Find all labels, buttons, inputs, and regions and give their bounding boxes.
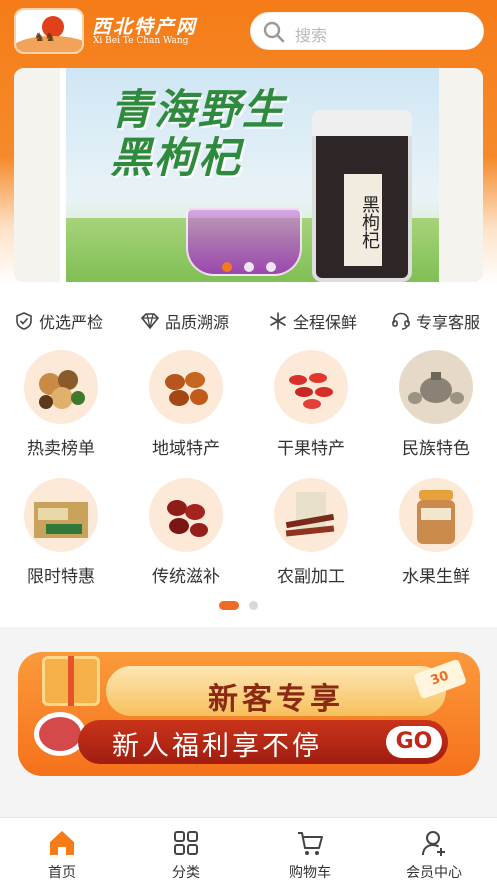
red-dates-image	[149, 478, 223, 552]
gift-ribbon	[68, 656, 74, 706]
feature-item: 品质溯源	[140, 309, 229, 333]
promo-banner[interactable]: 青海野生 黑枸杞 黑枸杞	[14, 68, 483, 282]
banner-title-line2: 黑枸杞	[110, 133, 243, 182]
jar-label: 黑枸杞	[344, 174, 382, 266]
category-item[interactable]: 热卖榜单	[11, 350, 111, 459]
headset-icon	[392, 312, 410, 330]
tab-category[interactable]: 分类	[136, 828, 236, 882]
category-item[interactable]: 农副加工	[261, 478, 361, 587]
feature-label: 品质溯源	[165, 313, 230, 332]
silver-teapot-image	[399, 350, 473, 424]
banner-window-frame-left	[14, 68, 66, 282]
category-label: 地域特产	[152, 439, 220, 459]
home-icon	[50, 831, 74, 855]
user-icon	[422, 831, 445, 856]
milk-candy-box-image	[24, 478, 98, 552]
diamond-icon	[140, 313, 160, 330]
tab-label: 购物车	[289, 865, 331, 881]
shield-check-icon	[16, 312, 32, 330]
goji-berries-image	[274, 350, 348, 424]
dates-image	[149, 350, 223, 424]
brand-name-english: Xi Bei Te Chan Wang	[93, 36, 189, 46]
search-input[interactable]: 搜索	[250, 12, 484, 50]
mixed-nuts-image	[24, 350, 98, 424]
feature-item: 全程保鲜	[268, 309, 357, 333]
banner-dot[interactable]	[244, 262, 254, 272]
category-item[interactable]: 传统滋补	[136, 478, 236, 587]
brand-name: 西北特产网	[92, 16, 198, 38]
cart-icon	[298, 832, 323, 855]
category-item[interactable]: 民族特色	[386, 350, 486, 459]
category-item[interactable]: 水果生鲜	[386, 478, 486, 587]
search-placeholder: 搜索	[295, 26, 328, 45]
tab-home[interactable]: 首页	[12, 828, 112, 882]
category-item[interactable]: 限时特惠	[11, 478, 111, 587]
category-label: 热卖榜单	[27, 439, 95, 459]
bottom-tab-bar: 首页 分类 购物车 会员中心	[0, 817, 497, 883]
category-item[interactable]: 干果特产	[261, 350, 361, 459]
banner-dot[interactable]	[266, 262, 276, 272]
feature-item: 专享客服	[391, 309, 480, 333]
category-label: 民族特色	[402, 439, 470, 459]
promo-headline-plate: 新客专享	[106, 666, 446, 717]
tab-label: 会员中心	[406, 865, 462, 881]
go-button[interactable]: GO	[386, 726, 442, 758]
category-label: 农副加工	[277, 567, 345, 587]
promo-headline: 新客专享	[208, 682, 344, 717]
promo-subline-bar: 新人福利享不停 GO	[78, 720, 448, 764]
pager-dot-active[interactable]	[219, 601, 239, 610]
category-pager	[219, 601, 258, 610]
category-label: 传统滋补	[152, 567, 220, 587]
tab-label: 首页	[48, 865, 76, 881]
camel-icon: ♞♞	[34, 30, 56, 44]
goji-jar-image: 黑枸杞	[312, 110, 412, 282]
search-icon	[263, 21, 285, 43]
banner-title: 青海野生 黑枸杞	[110, 86, 286, 182]
jar-lid	[312, 110, 412, 136]
banner-title-line1: 青海野生	[110, 85, 287, 134]
pager-dot[interactable]	[249, 601, 258, 610]
banner-window-frame-right	[439, 68, 483, 282]
service-features: 优选严检 品质溯源 全程保鲜 专享客服	[0, 309, 497, 333]
tab-member[interactable]: 会员中心	[384, 828, 484, 882]
new-customer-banner[interactable]: 新客专享 新人福利享不停 GO 30	[18, 652, 480, 776]
banner-dot[interactable]	[222, 262, 232, 272]
tab-label: 分类	[172, 865, 200, 881]
tab-cart[interactable]: 购物车	[260, 828, 360, 882]
category-label: 干果特产	[277, 439, 345, 459]
promo-subline: 新人福利享不停	[112, 731, 322, 762]
category-item[interactable]: 地域特产	[136, 350, 236, 459]
category-label: 水果生鲜	[402, 567, 470, 587]
almond-jar-image	[399, 478, 473, 552]
banner-indicator	[222, 262, 276, 272]
feature-label: 优选严检	[39, 313, 104, 332]
feature-label: 全程保鲜	[293, 313, 358, 332]
snowflake-icon	[270, 312, 286, 330]
brand-logo[interactable]: ♞♞	[14, 8, 84, 54]
beef-jerky-image	[274, 478, 348, 552]
grid-icon	[174, 831, 198, 855]
feature-label: 专享客服	[416, 313, 481, 332]
feature-item: 优选严检	[14, 309, 103, 333]
category-label: 限时特惠	[27, 567, 95, 587]
